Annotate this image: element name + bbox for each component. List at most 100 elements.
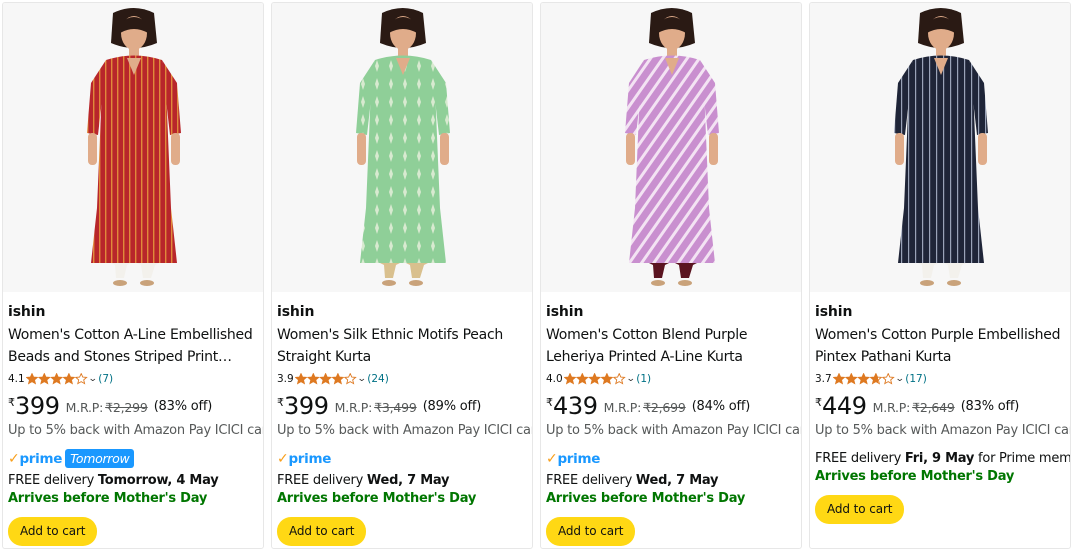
discount: (83% off) bbox=[960, 399, 1020, 414]
delivery-info: FREE delivery Wed, 7 May bbox=[277, 472, 527, 490]
review-count-link[interactable]: (24) bbox=[367, 371, 389, 387]
model-figure bbox=[894, 8, 988, 286]
prime-label: prime bbox=[288, 450, 332, 467]
rating-row[interactable]: 3.9 ⌄ (24) bbox=[277, 371, 527, 387]
price-row: ₹ 399 M.R.P: ₹2,299 (83% off) bbox=[8, 393, 258, 421]
product-title-link[interactable]: Women's Cotton Purple Embellished Pintex… bbox=[815, 324, 1065, 368]
product-image[interactable] bbox=[3, 3, 263, 292]
star-rating-icon[interactable] bbox=[25, 373, 88, 385]
add-to-cart-button[interactable]: Add to cart bbox=[8, 517, 98, 546]
currency-symbol: ₹ bbox=[815, 396, 822, 409]
mrp-value: ₹2,299 bbox=[105, 400, 148, 415]
prime-row: ✓ prime bbox=[277, 448, 527, 469]
product-image[interactable] bbox=[272, 3, 532, 292]
delivery-prefix: FREE delivery bbox=[8, 473, 98, 488]
rating-value: 3.7 bbox=[815, 373, 832, 385]
product-title-link[interactable]: Women's Cotton Blend Purple Leheriya Pri… bbox=[546, 324, 796, 368]
delivery-prefix: FREE delivery bbox=[277, 473, 367, 488]
price-row: ₹ 439 M.R.P: ₹2,699 (84% off) bbox=[546, 393, 796, 421]
product-brand: ishin bbox=[277, 304, 315, 320]
mrp-label: M.R.P: bbox=[334, 400, 373, 415]
delivery-info: FREE delivery Wed, 7 May bbox=[546, 472, 796, 490]
product-card[interactable]: ishin Women's Cotton Blend Purple Leheri… bbox=[540, 2, 802, 549]
price[interactable]: 399 bbox=[284, 393, 329, 419]
rating-row[interactable]: 4.0 ⌄ (1) bbox=[546, 371, 796, 387]
delivery-date: Fri, 9 May bbox=[904, 451, 975, 466]
review-count-link[interactable]: (1) bbox=[636, 371, 651, 387]
arrives-before-note: Arrives before Mother's Day bbox=[546, 491, 746, 506]
product-title-link[interactable]: Women's Silk Ethnic Motifs Peach Straigh… bbox=[277, 324, 527, 368]
discount: (84% off) bbox=[691, 399, 751, 414]
chevron-down-icon[interactable]: ⌄ bbox=[357, 371, 367, 387]
mrp-value: ₹2,649 bbox=[912, 400, 955, 415]
mrp-label: M.R.P: bbox=[65, 400, 104, 415]
price-row: ₹ 399 M.R.P: ₹3,499 (89% off) bbox=[277, 393, 527, 421]
arrives-before-note: Arrives before Mother's Day bbox=[815, 469, 1015, 484]
cashback-offer: Up to 5% back with Amazon Pay ICICI card bbox=[8, 423, 264, 438]
product-image[interactable] bbox=[541, 3, 801, 292]
mrp-label: M.R.P: bbox=[872, 400, 911, 415]
delivery-date: Wed, 7 May bbox=[635, 473, 719, 488]
delivery-suffix: for Prime members bbox=[978, 451, 1071, 466]
mrp: M.R.P: ₹3,499 bbox=[335, 400, 417, 415]
prime-row: ✓ prime bbox=[546, 448, 796, 469]
star-rating-icon[interactable] bbox=[294, 373, 357, 385]
delivery-prefix: FREE delivery bbox=[546, 473, 636, 488]
mrp-value: ₹2,699 bbox=[643, 400, 686, 415]
product-title-link[interactable]: Women's Cotton A-Line Embellished Beads … bbox=[8, 324, 258, 368]
prime-row: ✓ prime Tomorrow bbox=[8, 448, 258, 469]
mrp: M.R.P: ₹2,299 bbox=[66, 400, 148, 415]
add-to-cart-button[interactable]: Add to cart bbox=[277, 517, 367, 546]
model-figure bbox=[625, 8, 719, 286]
product-brand: ishin bbox=[8, 304, 46, 320]
delivery-info: FREE delivery Tomorrow, 4 May bbox=[8, 472, 258, 490]
chevron-down-icon[interactable]: ⌄ bbox=[626, 371, 636, 387]
currency-symbol: ₹ bbox=[8, 396, 15, 409]
rating-row[interactable]: 3.7 ⌄ (17) bbox=[815, 371, 1065, 387]
product-card[interactable]: ishin Women's Cotton Purple Embellished … bbox=[809, 2, 1071, 549]
add-to-cart-button[interactable]: Add to cart bbox=[546, 517, 636, 546]
arrives-before-note: Arrives before Mother's Day bbox=[277, 491, 477, 506]
price-row: ₹ 449 M.R.P: ₹2,649 (83% off) bbox=[815, 393, 1065, 421]
rating-value: 4.1 bbox=[8, 373, 25, 385]
mrp-label: M.R.P: bbox=[603, 400, 642, 415]
model-figure bbox=[87, 8, 181, 286]
product-brand: ishin bbox=[546, 304, 584, 320]
cashback-offer: Up to 5% back with Amazon Pay ICICI card bbox=[277, 423, 533, 438]
product-card[interactable]: ishin Women's Cotton A-Line Embellished … bbox=[2, 2, 264, 549]
product-brand: ishin bbox=[815, 304, 853, 320]
price[interactable]: 449 bbox=[822, 393, 867, 419]
review-count-link[interactable]: (7) bbox=[98, 371, 113, 387]
model-figure bbox=[356, 8, 450, 286]
price[interactable]: 399 bbox=[15, 393, 60, 419]
delivery-date: Tomorrow, 4 May bbox=[97, 473, 219, 488]
prime-tomorrow-badge: Tomorrow bbox=[65, 449, 135, 468]
arrives-before-note: Arrives before Mother's Day bbox=[8, 491, 208, 506]
prime-logo-icon: ✓ prime bbox=[546, 450, 601, 467]
discount: (89% off) bbox=[422, 399, 482, 414]
product-image[interactable] bbox=[810, 3, 1070, 292]
currency-symbol: ₹ bbox=[277, 396, 284, 409]
cashback-offer: Up to 5% back with Amazon Pay ICICI card bbox=[815, 423, 1071, 438]
product-card[interactable]: ishin Women's Silk Ethnic Motifs Peach S… bbox=[271, 2, 533, 549]
cashback-offer: Up to 5% back with Amazon Pay ICICI card bbox=[546, 423, 802, 438]
delivery-info: FREE delivery Fri, 9 May for Prime membe… bbox=[815, 450, 1070, 468]
rating-row[interactable]: 4.1 ⌄ (7) bbox=[8, 371, 258, 387]
prime-logo-icon: ✓ prime bbox=[8, 450, 63, 467]
prime-logo-icon: ✓ prime bbox=[277, 450, 332, 467]
add-to-cart-button[interactable]: Add to cart bbox=[815, 495, 905, 524]
chevron-down-icon[interactable]: ⌄ bbox=[895, 371, 905, 387]
mrp-value: ₹3,499 bbox=[374, 400, 417, 415]
chevron-down-icon[interactable]: ⌄ bbox=[88, 371, 98, 387]
currency-symbol: ₹ bbox=[546, 396, 553, 409]
prime-label: prime bbox=[19, 450, 63, 467]
rating-value: 3.9 bbox=[277, 373, 294, 385]
delivery-date: Wed, 7 May bbox=[366, 473, 450, 488]
star-rating-icon[interactable] bbox=[832, 373, 895, 385]
review-count-link[interactable]: (17) bbox=[905, 371, 927, 387]
delivery-prefix: FREE delivery bbox=[815, 451, 905, 466]
price[interactable]: 439 bbox=[553, 393, 598, 419]
mrp: M.R.P: ₹2,649 bbox=[873, 400, 955, 415]
discount: (83% off) bbox=[153, 399, 213, 414]
star-rating-icon[interactable] bbox=[563, 373, 626, 385]
